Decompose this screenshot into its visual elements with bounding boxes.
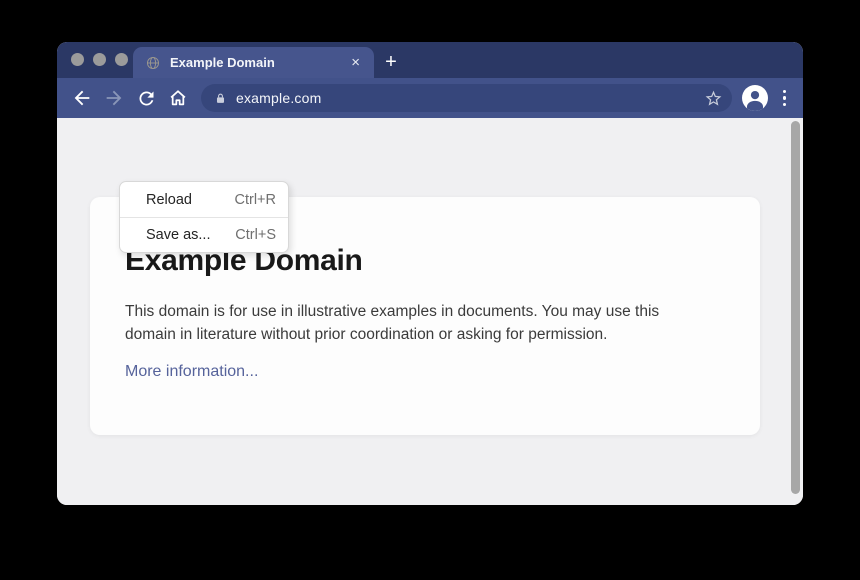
browser-menu-button[interactable] <box>778 86 792 111</box>
home-button[interactable] <box>165 85 191 111</box>
lock-icon <box>214 92 227 105</box>
kebab-dot <box>783 103 787 107</box>
reload-icon <box>136 88 157 109</box>
globe-favicon-icon <box>146 56 160 70</box>
tab-strip: Example Domain × + <box>57 42 803 78</box>
window-close-button[interactable] <box>71 53 84 66</box>
address-bar[interactable]: example.com <box>201 84 732 112</box>
context-menu-item-save-as[interactable]: Save as... Ctrl+S <box>120 217 288 252</box>
kebab-dot <box>783 90 787 94</box>
bookmark-star-button[interactable] <box>704 89 723 108</box>
back-button[interactable] <box>69 85 95 111</box>
browser-window: Example Domain × + <box>57 42 803 505</box>
new-tab-button[interactable]: + <box>374 47 408 78</box>
profile-avatar-button[interactable] <box>742 85 768 111</box>
vertical-scrollbar[interactable] <box>791 121 800 494</box>
back-arrow-icon <box>71 87 93 109</box>
context-menu: Reload Ctrl+R Save as... Ctrl+S <box>119 181 289 253</box>
window-controls <box>71 53 128 66</box>
browser-toolbar: example.com <box>57 78 803 118</box>
home-icon <box>167 87 189 109</box>
star-icon <box>704 89 723 108</box>
window-minimize-button[interactable] <box>93 53 106 66</box>
tab-example-domain[interactable]: Example Domain × <box>133 47 374 78</box>
tab-close-icon[interactable]: × <box>347 53 364 72</box>
page-viewport: Example Domain This domain is for use in… <box>57 118 803 505</box>
kebab-dot <box>783 96 787 100</box>
window-maximize-button[interactable] <box>115 53 128 66</box>
tab-title: Example Domain <box>170 55 347 70</box>
person-icon <box>742 85 768 111</box>
url-text: example.com <box>236 90 321 106</box>
reload-button[interactable] <box>133 85 159 111</box>
context-menu-item-reload[interactable]: Reload Ctrl+R <box>120 182 288 217</box>
forward-arrow-icon <box>103 87 125 109</box>
more-information-link[interactable]: More information... <box>125 363 258 381</box>
page-paragraph: This domain is for use in illustrative e… <box>125 300 720 346</box>
forward-button[interactable] <box>101 85 127 111</box>
